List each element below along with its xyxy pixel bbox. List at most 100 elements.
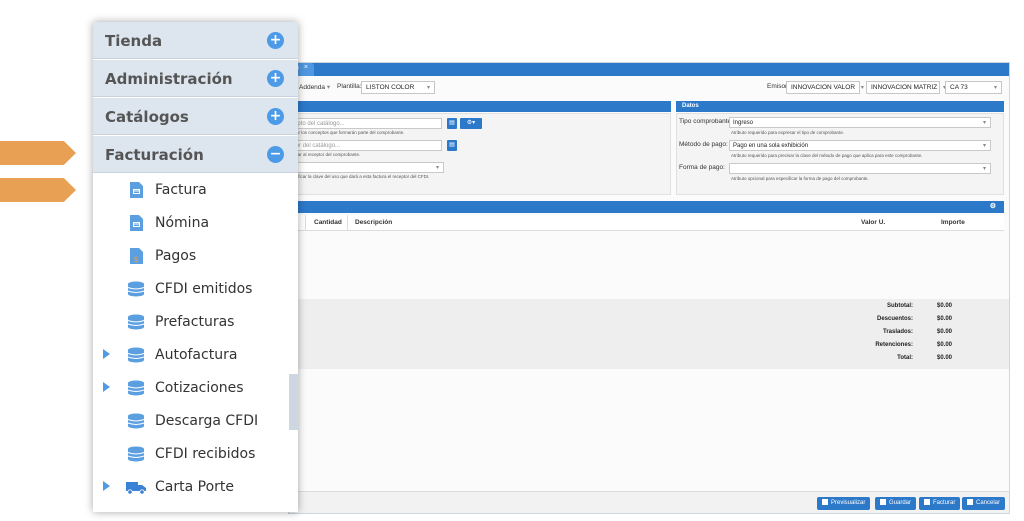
plantilla-value: LISTON COLOR [366,84,415,91]
truck-icon [126,482,146,495]
tab-close-icon[interactable]: × [304,64,308,71]
subtotal-value: $0.00 [937,303,953,309]
serie-value: CA 73 [950,84,968,91]
document-icon [967,499,973,505]
tipo-value: Ingreso [733,120,754,126]
emisor-value: INNOVACION VALOR [791,84,856,91]
addenda-dropdown[interactable]: Addenda ▾ [299,83,330,91]
section-label: Administración [105,70,233,88]
chevron-down-icon: ▾ [982,166,986,172]
tipo-label: Tipo comprobante: [679,118,733,125]
receptor-search-input[interactable]: tor del catálogo... [290,140,442,151]
menu-section-administracion[interactable]: Administración + [93,60,298,97]
pointer-arrow [0,141,76,165]
item-label: Cotizaciones [155,380,244,396]
addenda-label: Addenda [299,84,326,91]
guardar-button[interactable]: Guardar [875,497,917,510]
menu-item-pagos[interactable]: $ Pagos [93,240,298,272]
database-icon [127,413,145,429]
action-bar: Previsualizar Guardar Facturar Cancelar [289,491,1009,513]
forma-select[interactable]: ▾ [729,163,991,174]
emisor-detail-value: INNOVACION MATRIZ [871,84,938,91]
forma-label: Forma de pago: [679,164,725,171]
document-icon [822,499,828,505]
menu-scroll-handle[interactable] [289,374,298,430]
menu-section-facturacion[interactable]: Facturación − [93,136,298,173]
subtotal-label: Subtotal: [887,303,913,309]
payment-document-icon: $ [130,248,143,264]
gear-icon[interactable]: ⚙▾ [460,118,482,129]
retenciones-value: $0.00 [937,342,953,348]
previsualizar-button[interactable]: Previsualizar [817,497,871,510]
datos-title: Datos [682,103,699,109]
plus-circle-icon[interactable]: + [267,108,284,125]
metodo-select[interactable]: Pago en una sola exhibición ▾ [729,140,991,151]
column-divider [305,215,306,231]
settings-icon[interactable]: ⚙ [990,202,996,210]
expand-arrow-icon[interactable] [103,481,110,491]
col-importe[interactable]: Importe [941,219,965,226]
plus-circle-icon[interactable]: + [267,70,284,87]
chevron-down-icon: ▾ [426,85,430,91]
plantilla-label: Plantilla: [337,83,362,90]
item-label: Carta Porte [155,479,234,495]
item-label: Pagos [155,248,197,264]
invoice-toolbar: Addenda ▾ Plantilla: LISTON COLOR ▾ Emis… [289,77,1009,99]
document-icon[interactable]: ▤ [447,118,457,129]
emisor-select[interactable]: INNOVACION VALOR ▾ [786,81,864,94]
expand-arrow-icon[interactable] [103,349,110,359]
menu-item-descarga-cfdi[interactable]: Descarga CFDI [93,405,298,437]
invoice-window: a × Addenda ▾ Plantilla: LISTON COLOR ▾ … [288,62,1010,514]
menu-item-carta-porte[interactable]: Carta Porte [93,471,298,503]
menu-item-cfdi-emitidos[interactable]: CFDI emitidos [93,273,298,305]
document-icon [130,215,143,231]
concept-hint: ionar los conceptos que formarán parte d… [290,130,405,135]
minus-circle-icon[interactable]: − [267,146,284,163]
traslados-value: $0.00 [937,329,953,335]
uso-hint: pecificar la clave del uso que dará a es… [290,174,430,179]
window-titlebar: a × [289,63,1009,76]
concepts-panel-header: ⚙ [289,201,1004,213]
menu-item-nomina[interactable]: Nómina [93,207,298,239]
item-label: Prefacturas [155,314,235,330]
plantilla-select[interactable]: LISTON COLOR ▾ [361,81,435,94]
menu-section-tienda[interactable]: Tienda + [93,22,298,59]
metodo-hint: Atributo requerido para precisar la clav… [731,153,923,158]
previsualizar-label: Previsualizar [831,500,866,506]
item-label: Factura [155,182,207,198]
section-label: Facturación [105,146,204,164]
metodo-label: Método de pago: [679,141,728,148]
document-icon[interactable]: ▤ [447,140,457,151]
descuentos-label: Descuentos: [876,316,913,322]
navigation-menu: Tienda + Administración + Catálogos + Fa… [93,22,298,512]
menu-item-prefacturas[interactable]: Prefacturas [93,306,298,338]
serie-select[interactable]: CA 73 ▾ [945,81,1002,94]
expand-arrow-icon[interactable] [103,382,110,392]
cancelar-button[interactable]: Cancelar [962,497,1006,510]
concept-search-input[interactable]: epto del catálogo... [290,118,442,129]
uso-cfdi-select[interactable]: ▾ [290,162,444,173]
section-label: Tienda [105,32,163,50]
concepts-grid-header: Cantidad Descripción Valor U. Importe [289,215,1004,231]
tipo-select[interactable]: Ingreso ▾ [729,117,991,128]
guardar-label: Guardar [889,500,912,506]
col-descripcion[interactable]: Descripción [355,219,392,226]
retenciones-label: Retenciones: [875,342,913,348]
col-valor[interactable]: Valor U. [861,219,885,226]
item-label: Nómina [155,215,210,231]
tipo-hint: Atributo requerido para expresar el tipo… [731,130,845,135]
plus-circle-icon[interactable]: + [267,32,284,49]
col-cantidad[interactable]: Cantidad [314,219,342,226]
menu-item-cfdi-recibidos[interactable]: CFDI recibidos [93,438,298,470]
menu-item-cotizaciones[interactable]: Cotizaciones [93,372,298,404]
cancelar-label: Cancelar [976,500,1001,506]
chevron-down-icon: ▾ [982,120,986,126]
emisor-detail-select[interactable]: INNOVACION MATRIZ ▾ [866,81,946,94]
emisor-label: Emisor [767,83,788,90]
menu-item-autofactura[interactable]: Autofactura [93,339,298,371]
totals-section: Subtotal: $0.00 Descuentos: $0.00 Trasla… [289,299,1009,369]
chevron-down-icon: ▾ [326,84,331,91]
facturar-button[interactable]: Facturar [919,497,961,510]
menu-item-factura[interactable]: Factura [93,174,298,206]
menu-section-catalogos[interactable]: Catálogos + [93,98,298,135]
